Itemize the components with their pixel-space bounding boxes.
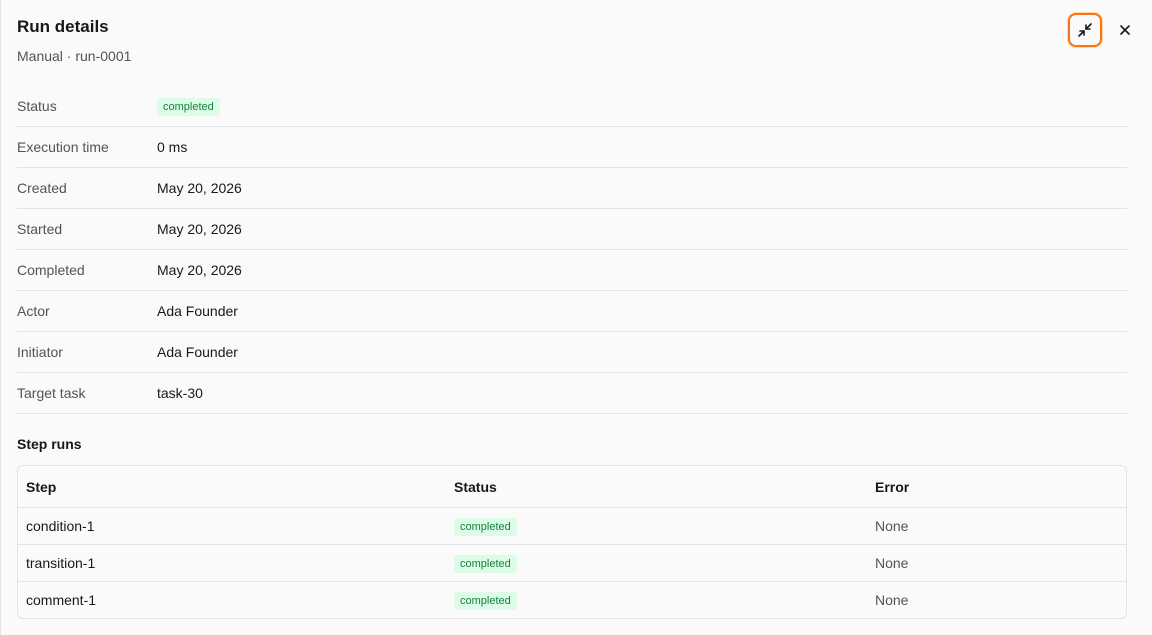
header-actions [1068,13,1142,47]
detail-label: Completed [17,262,85,278]
column-header-status: Status [454,478,497,495]
panel-header: Run details Manual · run-0001 [17,0,1130,86]
step-status: completed [454,591,875,610]
detail-label: Started [17,221,63,237]
step-status: completed [454,517,875,536]
table-row: condition-1 completed None [18,507,1126,544]
detail-row-actor: Actor Ada Founder [17,291,1127,332]
detail-value: 0 ms [157,139,188,155]
detail-value: Ada Founder [157,344,238,360]
status-badge: completed [454,517,517,536]
detail-value: Ada Founder [157,303,238,319]
detail-row-completed: Completed May 20, 2026 [17,250,1127,291]
detail-value: May 20, 2026 [157,221,242,237]
step-status: completed [454,554,875,573]
detail-label: Status [17,98,57,114]
run-details-panel: Run details Manual · run-0001 Status com… [0,0,1152,635]
detail-label: Execution time [17,139,109,155]
detail-row-initiator: Initiator Ada Founder [17,332,1127,373]
detail-value: May 20, 2026 [157,180,242,196]
status-badge: completed [157,97,220,116]
status-badge: completed [454,591,517,610]
detail-row-status: Status completed [17,86,1127,127]
run-details-list: Status completed Execution time 0 ms Cre… [17,86,1127,414]
column-header-error: Error [875,478,910,495]
close-button[interactable] [1108,13,1142,47]
step-name: comment-1 [26,592,97,608]
step-name: condition-1 [26,518,95,534]
table-row: comment-1 completed None [18,581,1126,618]
close-icon [1118,23,1132,37]
step-runs-table: Step Status Error condition-1 completed … [17,465,1127,619]
table-row: transition-1 completed None [18,544,1126,581]
step-error: None [875,592,909,608]
status-badge: completed [454,554,517,573]
detail-label: Initiator [17,344,63,360]
collapse-button[interactable] [1068,13,1102,47]
detail-label: Created [17,180,67,196]
detail-value: completed [157,97,220,116]
step-error: None [875,555,909,571]
detail-label: Actor [17,303,50,319]
minimize-icon [1077,22,1093,38]
detail-row-created: Created May 20, 2026 [17,168,1127,209]
detail-row-started: Started May 20, 2026 [17,209,1127,250]
step-error: None [875,518,909,534]
detail-label: Target task [17,385,86,401]
detail-value: May 20, 2026 [157,262,242,278]
page-subtitle: Manual · run-0001 [17,48,132,64]
page-title: Run details [17,17,109,36]
column-header-step: Step [26,478,57,495]
detail-row-target-task: Target task task-30 [17,373,1127,414]
detail-value: task-30 [157,385,203,401]
table-header-row: Step Status Error [18,466,1126,507]
step-runs-title: Step runs [17,436,82,452]
detail-row-execution-time: Execution time 0 ms [17,127,1127,168]
step-name: transition-1 [26,555,96,571]
